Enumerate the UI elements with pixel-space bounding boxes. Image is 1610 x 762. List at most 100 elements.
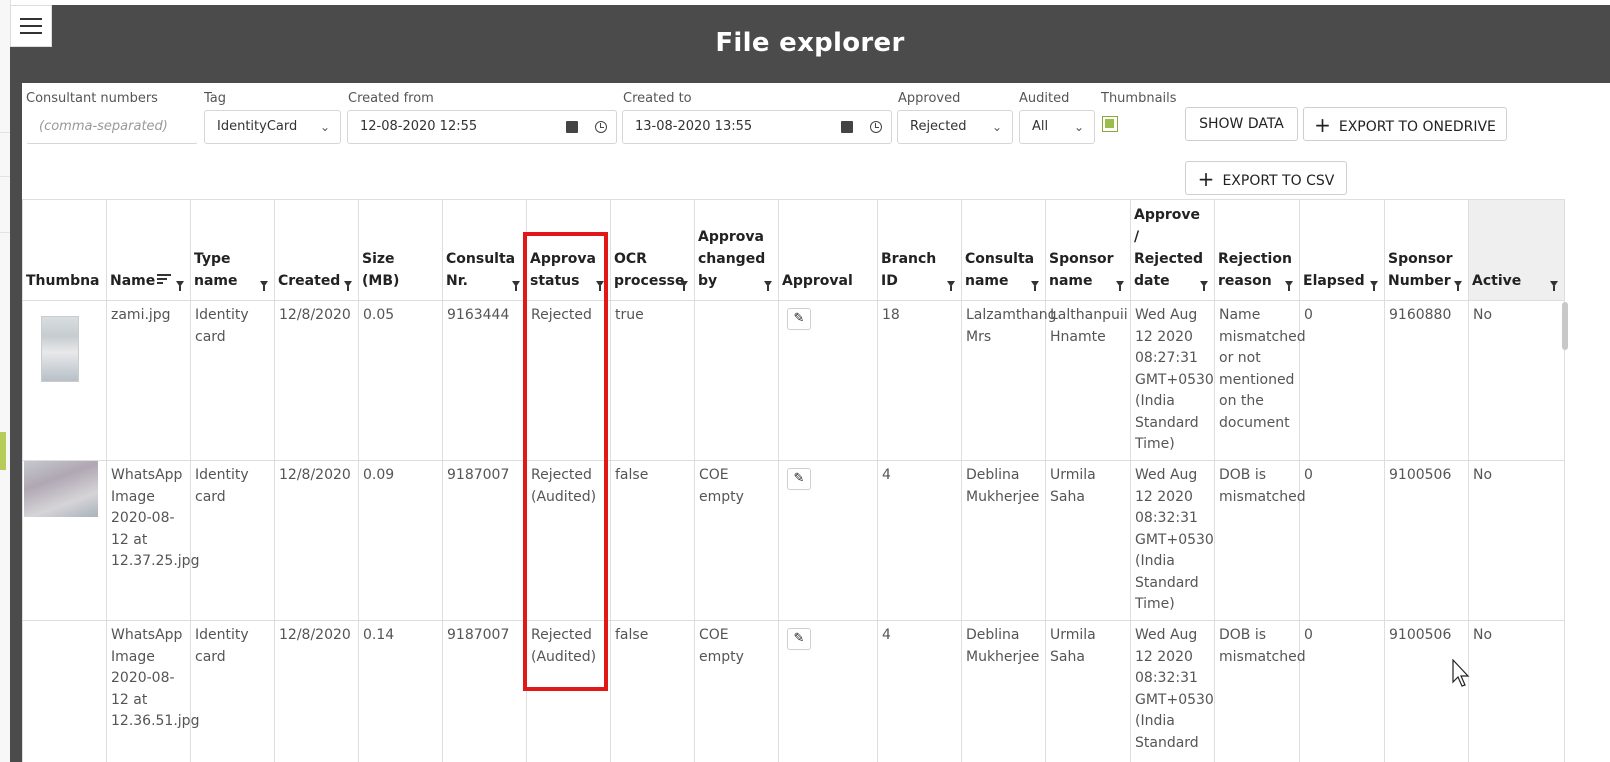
filter-icon[interactable] xyxy=(1116,281,1124,291)
filter-icon[interactable] xyxy=(344,281,352,291)
filter-icon[interactable] xyxy=(176,281,184,291)
col-header-approved-rejected-date[interactable]: Approve / Rejected date xyxy=(1130,199,1215,301)
cell-text: 4 xyxy=(882,467,891,483)
col-header-approval[interactable]: Approval xyxy=(778,199,878,301)
col-header-label: Active xyxy=(1472,273,1522,289)
cell-text-line: Lalthanpuii xyxy=(1050,307,1128,323)
filter-icon[interactable] xyxy=(1031,281,1039,291)
cell-text: 0 xyxy=(1304,467,1313,483)
col-header-label: Type xyxy=(194,251,231,267)
cell-text-line: Urmila xyxy=(1050,467,1096,483)
clock-icon[interactable] xyxy=(870,121,882,133)
col-header-ocr-processed[interactable]: OCR processe xyxy=(610,199,695,301)
col-header-thumbnail[interactable]: Thumbna xyxy=(22,199,107,301)
col-header-active[interactable]: Active xyxy=(1468,199,1565,301)
filter-icon[interactable] xyxy=(1200,281,1208,291)
vertical-scrollbar[interactable] xyxy=(1562,302,1568,350)
col-header-rejection-reason[interactable]: Rejection reason xyxy=(1214,199,1300,301)
filter-icon[interactable] xyxy=(764,281,772,291)
table-row[interactable]: zami.jpg Identity card 12/8/2020 0.05 9163444… xyxy=(22,300,1565,461)
cell-text-line: Identity xyxy=(195,627,249,643)
col-header-approval-changed-by[interactable]: Approva changed by xyxy=(694,199,779,301)
col-header-consultant-nr[interactable]: Consulta Nr. xyxy=(442,199,527,301)
export-onedrive-label: EXPORT TO ONEDRIVE xyxy=(1338,119,1496,135)
col-header-label: Sponsor xyxy=(1388,251,1453,267)
audited-select[interactable]: All ⌄ xyxy=(1019,110,1095,144)
export-onedrive-button[interactable]: + EXPORT TO ONEDRIVE xyxy=(1303,107,1507,141)
cell-sponsor-number: 9100506 xyxy=(1384,620,1469,762)
content-panel: Consultant numbers (comma-separated) Tag… xyxy=(22,83,1610,762)
thumbnails-checkbox[interactable] xyxy=(1102,116,1118,132)
created-from-input[interactable]: 12-08-2020 12:55 xyxy=(347,110,617,144)
col-header-name[interactable]: Name xyxy=(106,199,191,301)
filter-icon[interactable] xyxy=(260,281,268,291)
cell-elapsed: 0 xyxy=(1299,460,1385,621)
tag-select[interactable]: IdentityCard ⌄ xyxy=(204,110,341,144)
cell-text-line: Deblina xyxy=(966,627,1020,643)
table-row[interactable]: WhatsApp Image 2020-08- 12 at 12.36.51.jpg Id… xyxy=(22,620,1565,762)
col-header-size[interactable]: Size (MB) xyxy=(358,199,443,301)
show-data-button[interactable]: SHOW DATA xyxy=(1185,107,1298,141)
filter-icon[interactable] xyxy=(1550,281,1558,291)
cell-text-line: 2020-08- xyxy=(111,670,175,686)
filter-icon[interactable] xyxy=(1370,281,1378,291)
col-header-consultant-name[interactable]: Consulta name xyxy=(961,199,1046,301)
filter-icon[interactable] xyxy=(1285,281,1293,291)
calendar-icon[interactable] xyxy=(841,121,853,133)
filter-icon[interactable] xyxy=(947,281,955,291)
filter-icon[interactable] xyxy=(680,281,688,291)
thumbnails-label: Thumbnails xyxy=(1101,91,1177,106)
cell-text: COE empty xyxy=(699,627,744,665)
col-header-label: Approva xyxy=(698,229,764,245)
sort-icon[interactable] xyxy=(157,274,172,286)
col-header-elapsed[interactable]: Elapsed xyxy=(1299,199,1385,301)
cell-text-line: 2020-08- xyxy=(111,510,175,526)
cell-text: 18 xyxy=(882,307,900,323)
sidebar-divider xyxy=(0,232,10,233)
cell-text: 0.14 xyxy=(363,627,395,643)
consultant-numbers-input[interactable]: (comma-separated) xyxy=(26,110,198,144)
hamburger-menu-icon[interactable] xyxy=(10,5,52,47)
approved-select[interactable]: Rejected ⌄ xyxy=(897,110,1013,144)
col-header-created[interactable]: Created xyxy=(274,199,359,301)
cell-text: 9160880 xyxy=(1389,307,1452,323)
cell-text-line: Time) xyxy=(1135,436,1175,452)
cell-text-line: mentioned xyxy=(1219,371,1295,388)
col-header-label: changed xyxy=(698,251,766,267)
pencil-icon[interactable]: ✎ xyxy=(787,628,811,650)
cell-text-line: WhatsApp xyxy=(111,627,183,643)
calendar-icon[interactable] xyxy=(566,121,578,133)
pencil-icon[interactable]: ✎ xyxy=(787,468,811,490)
thumbnail-image[interactable] xyxy=(24,461,98,517)
cell-text-line: on the xyxy=(1219,393,1264,409)
filter-icon[interactable] xyxy=(512,281,520,291)
thumbnail-image[interactable] xyxy=(41,316,79,382)
col-header-label: name xyxy=(965,273,1009,289)
col-header-type-name[interactable]: Type name xyxy=(190,199,275,301)
cell-text-line: Saha xyxy=(1050,648,1085,665)
cell-text-line: Standard xyxy=(1135,734,1199,751)
cell-text-line: Standard xyxy=(1135,414,1199,431)
approved-value: Rejected xyxy=(910,119,967,134)
cell-text: true xyxy=(615,307,644,323)
cell-size: 0.05 xyxy=(358,300,443,461)
col-header-branch-id[interactable]: Branch ID xyxy=(877,199,962,301)
cell-active: No xyxy=(1468,620,1565,762)
cell-text: 9100506 xyxy=(1389,627,1452,643)
cell-text: No xyxy=(1473,307,1493,323)
clock-icon[interactable] xyxy=(595,121,607,133)
export-csv-button[interactable]: + EXPORT TO CSV xyxy=(1185,161,1347,195)
cell-text-line: Image xyxy=(111,648,155,665)
cell-ocr-processed: false xyxy=(610,460,695,621)
pencil-icon[interactable]: ✎ xyxy=(787,308,811,330)
filter-icon[interactable] xyxy=(1454,281,1462,291)
sidebar-divider xyxy=(0,176,10,177)
created-to-input[interactable]: 13-08-2020 13:55 xyxy=(622,110,892,144)
col-header-sponsor-name[interactable]: Sponsor name xyxy=(1045,199,1131,301)
col-header-sponsor-number[interactable]: Sponsor Number xyxy=(1384,199,1469,301)
cell-text-line: GMT+0530 xyxy=(1135,531,1214,548)
table-row[interactable]: WhatsApp Image 2020-08- 12 at 12.37.25.jpg Id… xyxy=(22,460,1565,621)
col-header-label: Thumbna xyxy=(26,273,100,289)
cell-text-line: (India xyxy=(1135,393,1175,409)
export-csv-label: EXPORT TO CSV xyxy=(1222,173,1335,189)
